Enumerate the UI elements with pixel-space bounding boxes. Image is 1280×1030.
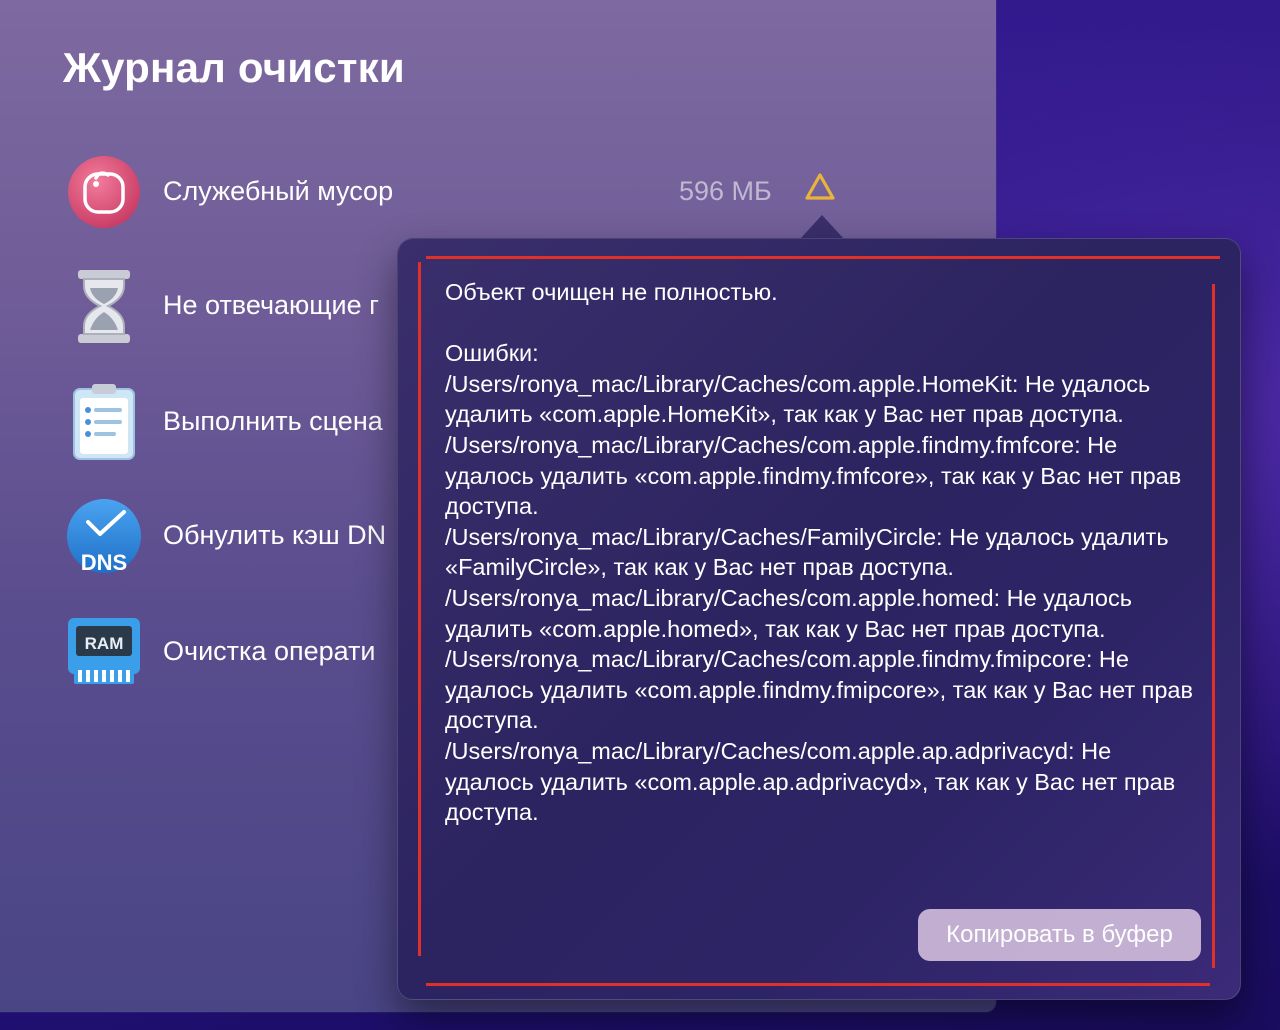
log-item-size: 596 МБ: [679, 176, 772, 206]
warning-icon[interactable]: [804, 172, 836, 202]
popover-message: Объект очищен не полностью. Ошибки: /Use…: [445, 277, 1205, 828]
popover-heading: Объект очищен не полностью.: [445, 279, 778, 305]
log-item-label: Служебный мусор: [163, 176, 394, 206]
ram-icon-text: RAM: [85, 634, 124, 653]
log-item-label: Не отвечающие г: [163, 290, 379, 320]
annotation-line-bottom: [426, 983, 1210, 986]
error-entry: /Users/ronya_mac/Library/Caches/com.appl…: [445, 431, 1182, 520]
annotation-line-top: [426, 256, 1220, 259]
ram-icon: RAM: [68, 618, 140, 684]
error-entry: /Users/ronya_mac/Library/Caches/com.appl…: [445, 370, 1151, 428]
page-title: Журнал очистки: [63, 44, 405, 91]
log-item-label: Очистка операти: [163, 636, 376, 666]
dns-icon-text: DNS: [81, 550, 127, 574]
errors-label: Ошибки:: [445, 340, 539, 367]
error-entry: /Users/ronya_mac/Library/Caches/com.appl…: [445, 737, 1176, 826]
dns-icon: DNS: [67, 499, 141, 574]
log-item-label: Обнулить кэш DN: [163, 520, 387, 550]
error-entry: /Users/ronya_mac/Library/Caches/com.appl…: [445, 646, 1193, 734]
popover-spacer: [445, 308, 1205, 339]
error-entry: /Users/ronya_mac/Library/Caches/FamilyCi…: [445, 523, 1169, 581]
log-item-label: Выполнить сцена: [163, 406, 383, 436]
popover-arrow: [800, 215, 844, 239]
copy-to-clipboard-button[interactable]: Копировать в буфер: [918, 909, 1201, 961]
hourglass-icon: [78, 270, 130, 343]
clipboard-icon: [73, 384, 135, 460]
trash-icon: [68, 156, 140, 228]
annotation-line-right: [1212, 284, 1215, 968]
error-entry: /Users/ronya_mac/Library/Caches/com.appl…: [445, 584, 1132, 642]
annotation-line-left: [418, 262, 421, 956]
